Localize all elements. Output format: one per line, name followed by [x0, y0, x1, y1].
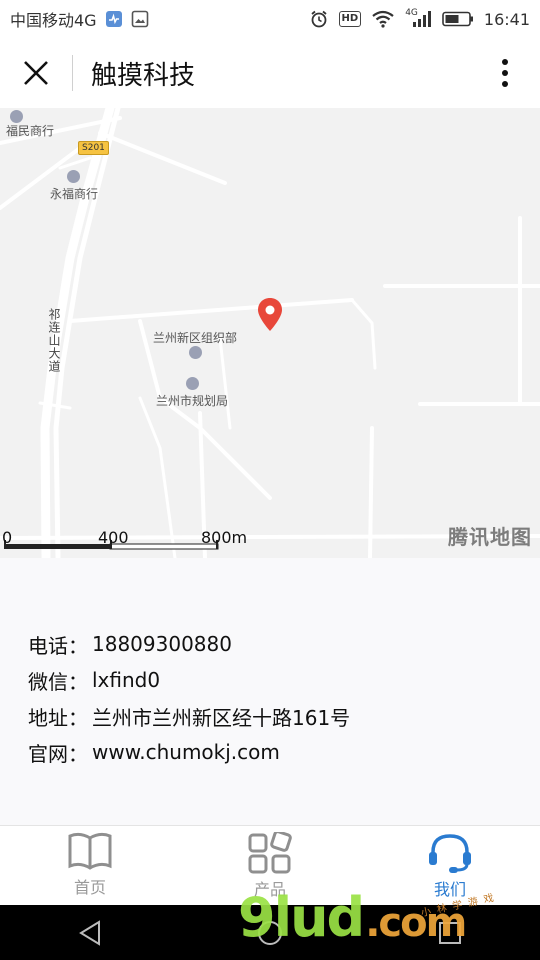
signal-icon: 4G: [405, 8, 432, 28]
wifi-icon: [371, 10, 395, 28]
wechat-label: 微信：: [28, 669, 88, 694]
map-roads: [0, 108, 540, 558]
website-label: 官网：: [28, 741, 88, 766]
wechat-value: lxfind0: [92, 668, 161, 692]
status-bar: 中国移动4G HD 4G 16:41: [0, 0, 540, 38]
location-marker: [258, 298, 282, 331]
map-provider-logo: 腾讯地图: [448, 525, 532, 549]
network-type-small: 4G: [405, 8, 418, 18]
clock-text: 16:41: [483, 9, 530, 29]
carrier-text: 中国移动4G: [10, 11, 97, 30]
tab-home-label: 首页: [73, 878, 106, 897]
address-label: 地址：: [28, 705, 88, 730]
poi-shop-icon: [10, 110, 23, 123]
close-button[interactable]: [0, 38, 72, 108]
poi-shop-icon: [67, 170, 80, 183]
phone-label: 电话：: [28, 633, 88, 658]
map-label-place-1: 福民商行: [6, 124, 55, 138]
alarm-icon: [309, 9, 329, 29]
hd-badge: HD: [338, 11, 362, 27]
title-divider: [72, 55, 73, 91]
back-button[interactable]: [60, 905, 120, 960]
title-bar: 触摸科技: [0, 38, 540, 108]
scale-tick-800: 800m: [201, 528, 248, 547]
scale-tick-400: 400: [98, 528, 129, 547]
back-triangle-icon: [79, 919, 100, 946]
map-view[interactable]: 福民商行 S201 永福商行 兰州新区组织部 兰州市规划局 祁连山大道 0 40…: [0, 108, 540, 558]
contact-wechat-row: 微信： lxfind0: [28, 662, 540, 698]
phone-value[interactable]: 18809300880: [92, 632, 232, 656]
map-label-road-vertical: 祁连山大道: [47, 308, 61, 373]
contact-phone-row[interactable]: 电话： 18809300880: [28, 626, 540, 662]
contact-address-row: 地址： 兰州市兰州新区经十路161号: [28, 698, 540, 734]
website-value[interactable]: www.chumokj.com: [92, 740, 280, 764]
tab-home[interactable]: 首页: [0, 826, 180, 905]
scale-tick-0: 0: [2, 528, 13, 547]
contact-website-row[interactable]: 官网： www.chumokj.com: [28, 734, 540, 770]
address-value: 兰州市兰州新区经十路161号: [92, 705, 351, 730]
road-badge: S201: [78, 141, 109, 155]
map-label-place-2: 永福商行: [50, 187, 99, 201]
more-vertical-icon: [502, 59, 508, 87]
page-title: 触摸科技: [91, 60, 196, 91]
poi-government-icon: [189, 346, 202, 359]
watermark-main: 9lud: [238, 886, 365, 949]
more-menu-button[interactable]: [470, 38, 540, 108]
map-label-place-3: 兰州新区组织部: [153, 331, 238, 345]
battery-icon: [442, 11, 474, 27]
map-label-place-4: 兰州市规划局: [156, 394, 229, 408]
health-app-icon: [105, 10, 123, 28]
close-icon: [24, 61, 48, 85]
poi-government-icon: [186, 377, 199, 390]
gallery-notification-icon: [131, 10, 149, 28]
grid-icon: [248, 832, 292, 874]
book-icon: [68, 832, 112, 870]
headset-icon: [429, 834, 471, 873]
watermark-logo: 9lud.com: [238, 886, 467, 953]
contact-section: 电话： 18809300880 微信： lxfind0 地址： 兰州市兰州新区经…: [0, 558, 540, 825]
